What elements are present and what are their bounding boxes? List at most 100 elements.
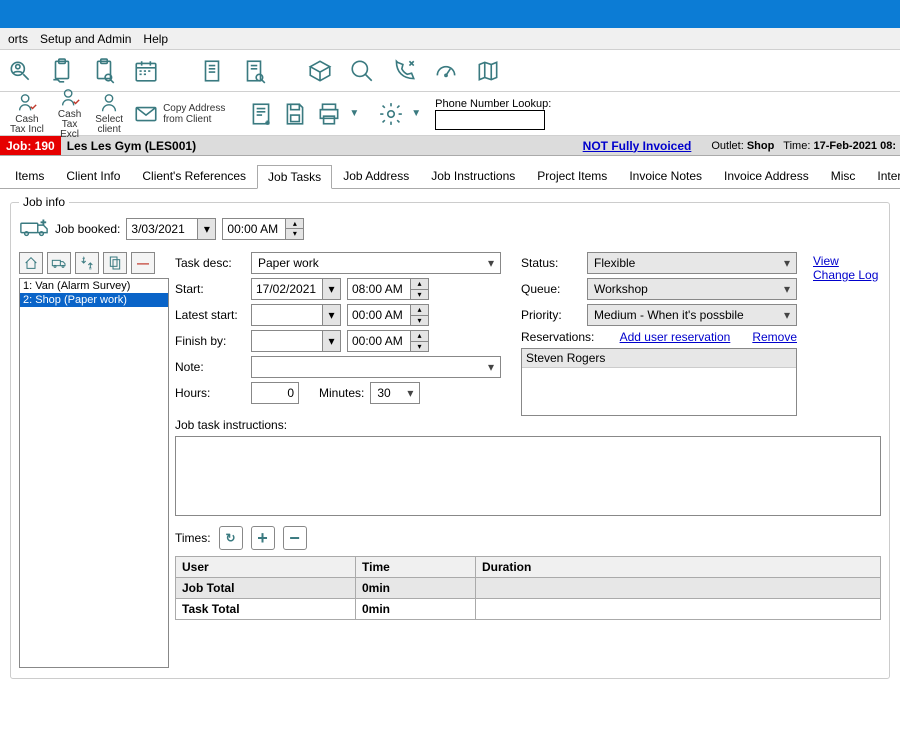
start-time[interactable]: ▴▾	[347, 278, 429, 300]
tab-job-tasks[interactable]: Job Tasks	[257, 165, 332, 189]
hours-input[interactable]	[251, 382, 299, 404]
finish-by-date[interactable]: ▾	[251, 330, 341, 352]
menu-reports[interactable]: orts	[2, 30, 34, 48]
times-row-task-total: Task Total 0min	[176, 599, 881, 620]
finish-by-label: Finish by:	[175, 334, 245, 348]
priority-label: Priority:	[521, 308, 581, 322]
task-item-1[interactable]: 1: Van (Alarm Survey)	[20, 279, 168, 293]
tab-project-items[interactable]: Project Items	[526, 164, 618, 188]
svg-text:B: B	[89, 266, 92, 271]
task-list[interactable]: 1: Van (Alarm Survey) 2: Shop (Paper wor…	[19, 278, 169, 668]
task-desc-label: Task desc:	[175, 256, 245, 270]
task-desc-dropdown[interactable]: Paper work▾	[251, 252, 501, 274]
menu-help[interactable]: Help	[137, 30, 174, 48]
times-label: Times:	[175, 531, 211, 545]
job-info-group: Job info Job booked: ▾ ▴▾ AB	[10, 195, 890, 679]
reservations-label: Reservations:	[521, 330, 614, 344]
van-add-icon[interactable]	[19, 215, 49, 242]
tab-client-references[interactable]: Client's References	[131, 164, 257, 188]
job-info-legend: Job info	[19, 195, 69, 209]
tab-job-address[interactable]: Job Address	[332, 164, 420, 188]
tab-internal-notes[interactable]: Internal Notes	[866, 164, 900, 188]
job-bar: Job: 190 Les Les Gym (LES001) NOT Fully …	[0, 136, 900, 156]
hours-label: Hours:	[175, 386, 245, 400]
phone-lookup-input[interactable]	[435, 110, 545, 130]
home-icon[interactable]	[19, 252, 43, 274]
reservations-list[interactable]: Steven Rogers	[521, 348, 797, 416]
print-icon[interactable]	[315, 100, 343, 128]
calendar-icon[interactable]	[132, 57, 160, 85]
instructions-label: Job task instructions:	[175, 418, 881, 432]
times-col-duration: Duration	[476, 557, 881, 578]
job-booked-date[interactable]: ▾	[126, 218, 216, 240]
times-table: User Time Duration Job Total 0min Task T…	[175, 556, 881, 620]
priority-dropdown[interactable]: Medium - When it's possbile▾	[587, 304, 797, 326]
van-icon[interactable]	[47, 252, 71, 274]
note-dropdown[interactable]: ▾	[251, 356, 501, 378]
gauge-icon[interactable]	[432, 57, 460, 85]
tab-invoice-address[interactable]: Invoice Address	[713, 164, 820, 188]
minutes-dropdown[interactable]: 30▾	[370, 382, 420, 404]
cash-tax-excl-button[interactable]: CashTaxExcl	[54, 87, 85, 140]
finish-by-time[interactable]: ▴▾	[347, 330, 429, 352]
job-booked-time[interactable]: ▴▾	[222, 218, 304, 240]
box-icon[interactable]	[306, 57, 334, 85]
chevron-down-icon[interactable]: ▾	[197, 219, 215, 239]
tab-invoice-notes[interactable]: Invoice Notes	[618, 164, 713, 188]
tab-client-info[interactable]: Client Info	[55, 164, 131, 188]
job-booked-label: Job booked:	[55, 222, 120, 236]
print-dropdown-icon[interactable]: ▼	[349, 108, 359, 119]
task-item-2[interactable]: 2: Shop (Paper work)	[20, 293, 168, 307]
outlet-label: Outlet:	[711, 140, 743, 152]
job-number-badge: Job: 190	[0, 136, 61, 155]
latest-start-date[interactable]: ▾	[251, 304, 341, 326]
receipt-icon[interactable]	[198, 57, 226, 85]
swap-icon[interactable]: AB	[75, 252, 99, 274]
clipboard-truck-icon[interactable]	[48, 57, 76, 85]
receipt-search-icon[interactable]	[240, 57, 268, 85]
minutes-label: Minutes:	[319, 386, 364, 400]
new-doc-icon[interactable]	[247, 100, 275, 128]
tab-misc[interactable]: Misc	[820, 164, 867, 188]
cash-tax-incl-button[interactable]: CashTax Incl	[6, 92, 48, 135]
time-label: Time:	[783, 140, 810, 152]
remove-icon[interactable]: —	[131, 252, 155, 274]
copy-icon[interactable]	[103, 252, 127, 274]
map-icon[interactable]	[474, 57, 502, 85]
queue-label: Queue:	[521, 282, 581, 296]
queue-dropdown[interactable]: Workshop▾	[587, 278, 797, 300]
tab-items[interactable]: Items	[4, 164, 55, 188]
add-reservation-link[interactable]: Add user reservation	[620, 330, 731, 344]
settings-gear-icon[interactable]	[377, 100, 405, 128]
reservation-user[interactable]: Steven Rogers	[522, 349, 796, 368]
main-toolbar	[0, 50, 900, 92]
outlet-value: Shop	[747, 140, 775, 152]
search-person-icon[interactable]	[6, 57, 34, 85]
magnify-icon[interactable]	[348, 57, 376, 85]
status-dropdown[interactable]: Flexible▾	[587, 252, 797, 274]
times-row-job-total: Job Total 0min	[176, 578, 881, 599]
invoice-status-link[interactable]: NOT Fully Invoiced	[583, 139, 712, 153]
start-date[interactable]: ▾	[251, 278, 341, 300]
tab-strip: Items Client Info Client's References Jo…	[0, 156, 900, 189]
settings-dropdown-icon[interactable]: ▼	[411, 108, 421, 119]
phone-icon[interactable]	[390, 57, 418, 85]
copy-address-button[interactable]: Copy Addressfrom Client	[133, 101, 225, 127]
latest-start-label: Latest start:	[175, 308, 245, 322]
note-label: Note:	[175, 360, 245, 374]
remove-reservation-link[interactable]: Remove	[752, 330, 797, 344]
instructions-textarea[interactable]	[175, 436, 881, 516]
remove-time-icon[interactable]: −	[283, 526, 307, 550]
status-label: Status:	[521, 256, 581, 270]
select-client-button[interactable]: Selectclient	[91, 92, 127, 135]
refresh-icon[interactable]: ↻	[219, 526, 243, 550]
save-icon[interactable]	[281, 100, 309, 128]
times-col-time: Time	[356, 557, 476, 578]
window-titlebar	[0, 0, 900, 28]
tab-job-instructions[interactable]: Job Instructions	[420, 164, 526, 188]
add-time-icon[interactable]: +	[251, 526, 275, 550]
menu-setup[interactable]: Setup and Admin	[34, 30, 137, 48]
view-change-log-link[interactable]: View Change Log	[813, 254, 878, 282]
clipboard-search-icon[interactable]	[90, 57, 118, 85]
latest-start-time[interactable]: ▴▾	[347, 304, 429, 326]
